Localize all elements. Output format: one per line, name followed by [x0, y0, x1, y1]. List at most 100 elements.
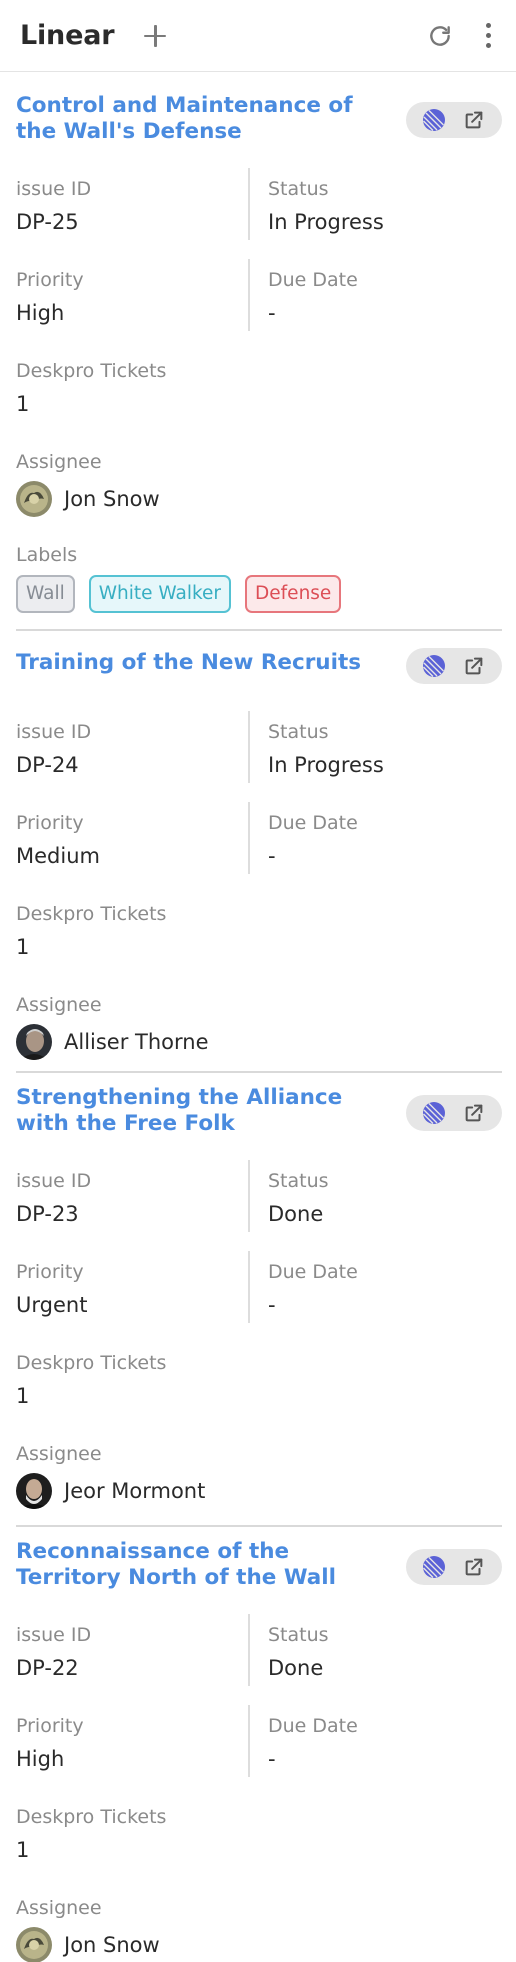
external-link-icon[interactable] — [459, 105, 489, 135]
tickets-value: 1 — [16, 935, 30, 959]
field-divider — [248, 1251, 250, 1323]
issue-card: Reconnaissance of the Territory North of… — [16, 1539, 502, 1962]
tickets-field: Deskpro Tickets 1 — [16, 1805, 166, 1863]
issue-id-label: issue ID — [16, 178, 92, 200]
assignee-name: Jon Snow — [64, 1933, 160, 1957]
external-link-icon[interactable] — [459, 1098, 489, 1128]
assignee-label: Assignee — [16, 1443, 102, 1465]
tickets-value: 1 — [16, 1384, 30, 1408]
due-date-field: Due Date - — [268, 1714, 358, 1772]
issue-id-value: DP-23 — [16, 1202, 79, 1226]
priority-label: Priority — [16, 812, 84, 834]
priority-label: Priority — [16, 1715, 84, 1737]
label-tag-white-walker: White Walker — [88, 575, 232, 613]
tickets-label: Deskpro Tickets — [16, 360, 167, 382]
status-label: Status — [268, 178, 329, 200]
avatar — [16, 1473, 52, 1509]
tickets-value: 1 — [16, 392, 30, 416]
issue-title-link[interactable]: Training of the New Recruits — [16, 650, 416, 676]
tickets-value: 1 — [16, 1838, 30, 1862]
issue-title-link[interactable]: Reconnaissance of the Territory North of… — [16, 1539, 396, 1591]
tickets-field: Deskpro Tickets 1 — [16, 1351, 166, 1409]
status-value: Done — [268, 1656, 324, 1680]
refresh-icon[interactable] — [424, 20, 456, 52]
app-title: Linear — [20, 20, 115, 51]
assignee-field: Assignee Jon Snow — [16, 1896, 160, 1962]
assignee-field: Assignee Jeor Mormont — [16, 1442, 205, 1509]
assignee-field: Assignee Alliser Thorne — [16, 993, 209, 1060]
linear-logo-icon[interactable] — [419, 1552, 449, 1582]
priority-field: Priority Medium — [16, 811, 100, 869]
due-date-label: Due Date — [268, 269, 358, 291]
linear-logo-icon[interactable] — [419, 105, 449, 135]
linear-logo-icon[interactable] — [419, 651, 449, 681]
priority-value: High — [16, 301, 65, 325]
priority-value: Urgent — [16, 1293, 88, 1317]
status-value: Done — [268, 1202, 324, 1226]
due-date-label: Due Date — [268, 812, 358, 834]
issue-divider — [16, 629, 502, 631]
status-value: In Progress — [268, 753, 384, 777]
issue-divider — [16, 1071, 502, 1073]
issue-title-link[interactable]: Strengthening the Alliance with the Free… — [16, 1085, 396, 1137]
priority-field: Priority High — [16, 1714, 84, 1772]
field-divider — [248, 168, 250, 240]
due-date-value: - — [268, 301, 276, 325]
label-tag-defense: Defense — [245, 575, 342, 613]
labels-field: Labels Wall White Walker Defense — [16, 543, 342, 613]
plus-icon[interactable] — [142, 23, 168, 49]
issue-id-value: DP-22 — [16, 1656, 79, 1680]
status-label: Status — [268, 1624, 329, 1646]
issue-id-value: DP-25 — [16, 210, 79, 234]
external-link-icon[interactable] — [459, 1552, 489, 1582]
due-date-field: Due Date - — [268, 268, 358, 326]
external-link-icon[interactable] — [459, 651, 489, 681]
field-divider — [248, 802, 250, 874]
field-divider — [248, 711, 250, 783]
status-field: Status In Progress — [268, 177, 384, 235]
status-label: Status — [268, 1170, 329, 1192]
due-date-label: Due Date — [268, 1261, 358, 1283]
issue-card: Training of the New Recruits issue ID DP… — [16, 648, 502, 1060]
priority-field: Priority High — [16, 268, 84, 326]
due-date-label: Due Date — [268, 1715, 358, 1737]
priority-value: Medium — [16, 844, 100, 868]
linear-logo-icon[interactable] — [419, 1098, 449, 1128]
issue-actions — [406, 102, 502, 138]
field-divider — [248, 1705, 250, 1777]
priority-label: Priority — [16, 1261, 84, 1283]
due-date-field: Due Date - — [268, 1260, 358, 1318]
avatar — [16, 481, 52, 517]
header-bar: Linear — [0, 0, 516, 72]
status-field: Status Done — [268, 1623, 329, 1681]
assignee-name: Jeor Mormont — [64, 1479, 206, 1503]
issue-card: Control and Maintenance of the Wall's De… — [16, 93, 502, 613]
assignee-label: Assignee — [16, 451, 102, 473]
issue-id-label: issue ID — [16, 721, 92, 743]
assignee-name: Jon Snow — [64, 487, 160, 511]
tickets-field: Deskpro Tickets 1 — [16, 902, 166, 960]
kebab-menu-icon[interactable] — [478, 20, 498, 52]
due-date-value: - — [268, 844, 276, 868]
issue-id-field: issue ID DP-24 — [16, 720, 91, 778]
avatar — [16, 1927, 52, 1962]
status-label: Status — [268, 721, 329, 743]
issue-card: Strengthening the Alliance with the Free… — [16, 1085, 502, 1509]
priority-field: Priority Urgent — [16, 1260, 87, 1318]
field-divider — [248, 259, 250, 331]
issue-id-field: issue ID DP-25 — [16, 177, 91, 235]
due-date-value: - — [268, 1293, 276, 1317]
issue-id-value: DP-24 — [16, 753, 79, 777]
issue-title-link[interactable]: Control and Maintenance of the Wall's De… — [16, 93, 396, 145]
assignee-name: Alliser Thorne — [64, 1030, 209, 1054]
tickets-label: Deskpro Tickets — [16, 1806, 167, 1828]
tickets-label: Deskpro Tickets — [16, 1352, 167, 1374]
label-tag-wall: Wall — [16, 575, 75, 613]
labels-label: Labels — [16, 544, 78, 566]
issue-id-label: issue ID — [16, 1624, 92, 1646]
assignee-label: Assignee — [16, 1897, 102, 1919]
tickets-label: Deskpro Tickets — [16, 903, 167, 925]
issue-actions — [406, 648, 502, 684]
issue-id-label: issue ID — [16, 1170, 92, 1192]
issue-id-field: issue ID DP-23 — [16, 1169, 91, 1227]
